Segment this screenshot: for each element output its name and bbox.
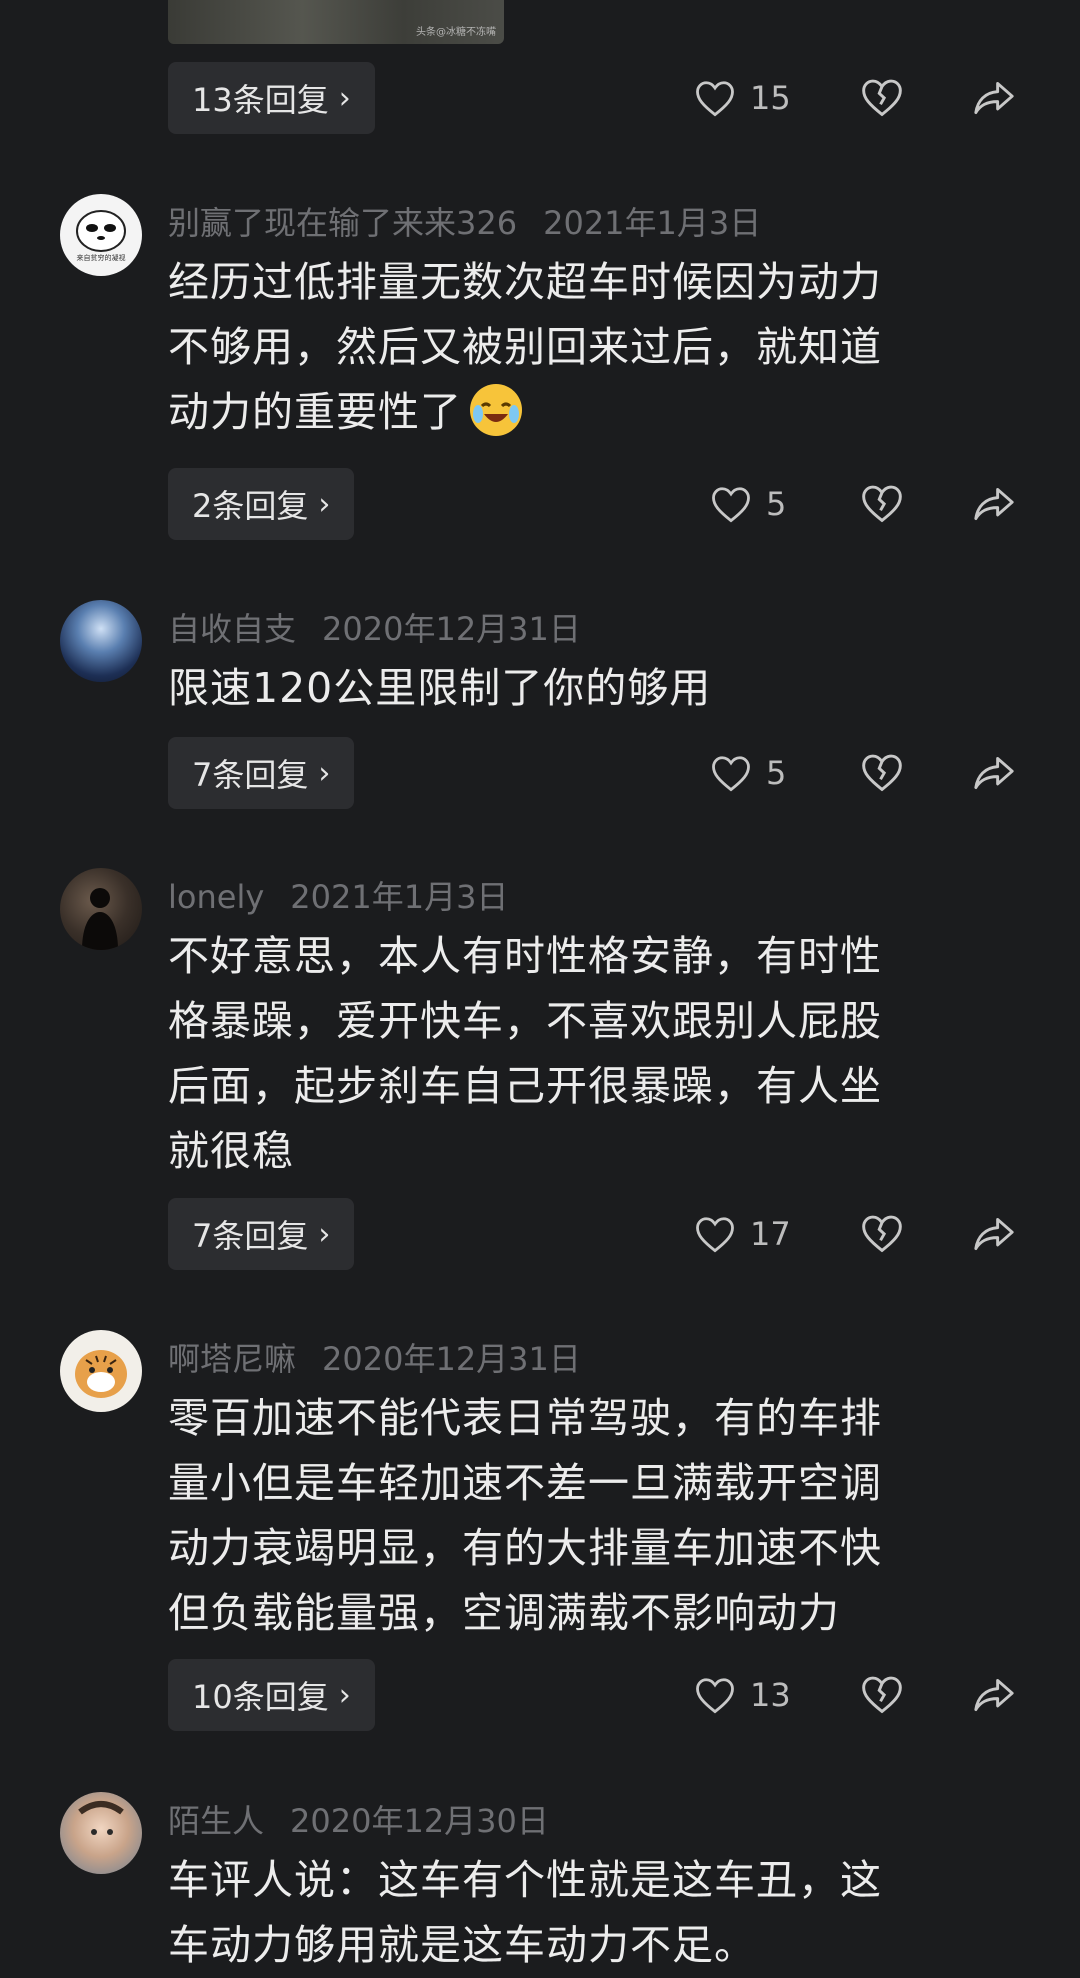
chevron-right-icon: › xyxy=(338,1677,351,1713)
comment-line: 车评人说：这车有个性就是这车丑，这 xyxy=(168,1856,882,1904)
like-button[interactable]: 5 xyxy=(710,468,786,540)
user-avatar[interactable] xyxy=(60,600,142,682)
comment-text: 限速120公里限制了你的够用 xyxy=(168,656,1008,721)
user-avatar[interactable] xyxy=(60,1792,142,1874)
share-arrow-icon[interactable] xyxy=(972,1214,1016,1254)
comment-date: 2020年12月31日 xyxy=(322,1340,581,1378)
comment-meta: 别赢了现在输了来来326 2021年1月3日 xyxy=(168,198,761,244)
comment-line: 不好意思，本人有时性格安静，有时性 xyxy=(168,932,882,980)
comment-date: 2021年1月3日 xyxy=(290,878,509,916)
comment-line: 格暴躁，爱开快车，不喜欢跟别人屁股 xyxy=(168,997,882,1045)
like-count: 13 xyxy=(750,1676,791,1714)
comment-date: 2021年1月3日 xyxy=(543,204,762,242)
comment-meta: 啊塔尼嘛 2020年12月31日 xyxy=(168,1334,581,1380)
comment-date: 2020年12月30日 xyxy=(290,1802,549,1840)
replies-label: 13条回复 xyxy=(192,81,329,119)
dislike-broken-heart-icon[interactable] xyxy=(860,751,904,793)
heart-icon xyxy=(694,1214,736,1254)
replies-button[interactable]: 7条回复 › xyxy=(168,1198,355,1270)
author-name[interactable]: 别赢了现在输了来来326 xyxy=(168,204,517,242)
user-avatar[interactable] xyxy=(60,1330,142,1412)
replies-label: 10条回复 xyxy=(192,1678,329,1716)
replies-button[interactable]: 10条回复 › xyxy=(168,1659,375,1731)
comment-meta: lonely 2021年1月3日 xyxy=(168,872,508,918)
comment-text: 经历过低排量无数次超车时候因为动力 不够用，然后又被别回来过后，就知道 动力的重… xyxy=(168,250,1008,445)
comment-line-last: 动力的重要性了 xyxy=(168,380,1008,445)
comment-date: 2020年12月31日 xyxy=(322,610,581,648)
share-arrow-icon[interactable] xyxy=(972,753,1016,793)
like-button[interactable]: 13 xyxy=(694,1659,791,1731)
comment-line: 就很稳 xyxy=(168,1127,294,1175)
comment-actions: 2条回复 › 5 xyxy=(168,468,1014,540)
chevron-right-icon: › xyxy=(318,755,331,791)
share-arrow-icon[interactable] xyxy=(972,78,1016,118)
replies-label: 7条回复 xyxy=(192,1217,309,1255)
dislike-broken-heart-icon[interactable] xyxy=(860,76,904,118)
comment-line: 但负载能量强，空调满载不影响动力 xyxy=(168,1589,840,1637)
comment-actions: 7条回复 › 17 xyxy=(168,1198,1014,1270)
heart-icon xyxy=(710,753,752,793)
dislike-broken-heart-icon[interactable] xyxy=(860,482,904,524)
comment-line: 车动力够用就是这车动力不足。 xyxy=(168,1921,756,1969)
comment-line-text: 动力的重要性了 xyxy=(168,388,462,436)
comment-text: 零百加速不能代表日常驾驶，有的车排 量小但是车轻加速不差一旦满载开空调 动力衰竭… xyxy=(168,1386,1008,1646)
comment-line: 限速120公里限制了你的够用 xyxy=(168,664,712,712)
replies-label: 7条回复 xyxy=(192,756,309,794)
share-arrow-icon[interactable] xyxy=(972,1675,1016,1715)
comment-meta: 陌生人 2020年12月30日 xyxy=(168,1796,549,1842)
user-avatar[interactable] xyxy=(60,868,142,950)
heart-icon xyxy=(694,78,736,118)
user-avatar[interactable]: 来自贫穷的凝视 xyxy=(60,194,142,276)
comment-text: 车评人说：这车有个性就是这车丑，这 车动力够用就是这车动力不足。 xyxy=(168,1848,1008,1978)
share-arrow-icon[interactable] xyxy=(972,484,1016,524)
replies-label: 2条回复 xyxy=(192,487,309,525)
comment-line: 不够用，然后又被别回来过后，就知道 xyxy=(168,323,882,371)
heart-icon xyxy=(710,484,752,524)
like-count: 15 xyxy=(750,79,791,117)
like-button[interactable]: 15 xyxy=(694,62,791,134)
author-name[interactable]: 啊塔尼嘛 xyxy=(168,1340,296,1378)
comment-line: 零百加速不能代表日常驾驶，有的车排 xyxy=(168,1394,882,1442)
comment-line: 经历过低排量无数次超车时候因为动力 xyxy=(168,258,882,306)
author-name[interactable]: 陌生人 xyxy=(168,1802,264,1840)
avatar-caption: 来自贫穷的凝视 xyxy=(76,254,126,262)
comment-text: 不好意思，本人有时性格安静，有时性 格暴躁，爱开快车，不喜欢跟别人屁股 后面，起… xyxy=(168,924,1008,1184)
replies-button[interactable]: 7条回复 › xyxy=(168,737,355,809)
chevron-right-icon: › xyxy=(318,486,331,522)
like-count: 17 xyxy=(750,1215,791,1253)
dislike-broken-heart-icon[interactable] xyxy=(860,1212,904,1254)
author-name[interactable]: lonely xyxy=(168,878,264,916)
chevron-right-icon: › xyxy=(318,1216,331,1252)
author-name[interactable]: 自收自支 xyxy=(168,610,296,648)
heart-icon xyxy=(694,1675,736,1715)
comment-actions: 7条回复 › 5 xyxy=(168,737,1014,809)
image-watermark: 头条@冰糖不冻嘴 xyxy=(416,27,496,38)
like-count: 5 xyxy=(766,485,787,523)
replies-button[interactable]: 2条回复 › xyxy=(168,468,355,540)
chevron-right-icon: › xyxy=(338,80,351,116)
comment-image-thumbnail[interactable]: 头条@冰糖不冻嘴 xyxy=(168,0,504,44)
comment-line: 后面，起步刹车自己开很暴躁，有人坐 xyxy=(168,1062,882,1110)
comment-meta: 自收自支 2020年12月31日 xyxy=(168,604,581,650)
comment-actions: 10条回复 › 13 xyxy=(168,1659,1014,1731)
replies-button[interactable]: 13条回复 › xyxy=(168,62,375,134)
like-button[interactable]: 5 xyxy=(710,737,786,809)
like-button[interactable]: 17 xyxy=(694,1198,791,1270)
like-count: 5 xyxy=(766,754,787,792)
laughing-crying-emoji-icon xyxy=(466,380,526,440)
dislike-broken-heart-icon[interactable] xyxy=(860,1673,904,1715)
comment-actions: 13条回复 › 15 xyxy=(168,62,1014,134)
comment-line: 量小但是车轻加速不差一旦满载开空调 xyxy=(168,1459,882,1507)
comment-line: 动力衰竭明显，有的大排量车加速不快 xyxy=(168,1524,882,1572)
